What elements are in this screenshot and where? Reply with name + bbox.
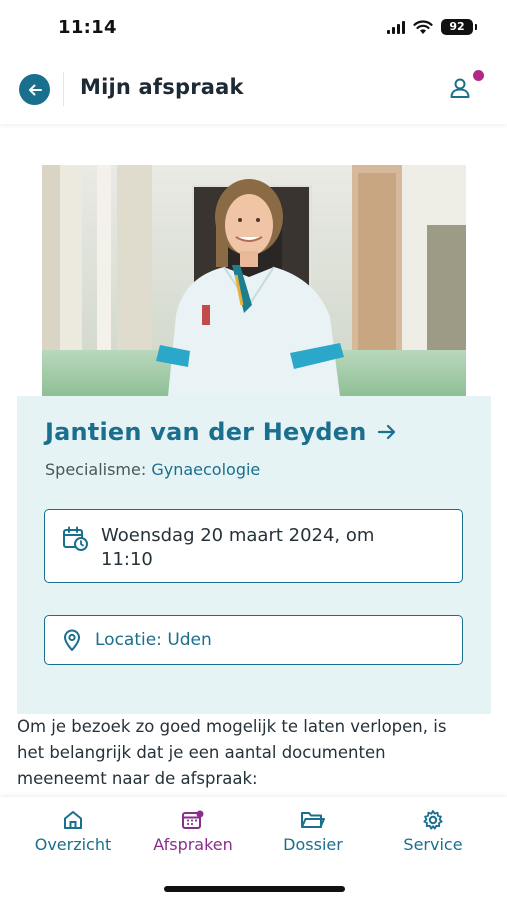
- appointment-date-line1: Woensdag 20 maart 2024, om: [101, 525, 375, 546]
- home-indicator[interactable]: [164, 886, 345, 892]
- arrow-right-icon: [377, 424, 395, 440]
- specialism-label: Specialisme:: [45, 460, 152, 479]
- appointment-card: Jantien van der Heyden Specialisme: Gyna…: [17, 396, 491, 714]
- intro-line: Om je bezoek zo goed mogelijk te laten v…: [17, 717, 447, 736]
- nav-item-afspraken[interactable]: Afspraken: [138, 809, 248, 854]
- specialism: Specialisme: Gynaecologie: [45, 460, 260, 479]
- nav-item-dossier[interactable]: Dossier: [258, 809, 368, 854]
- appointment-date-box: Woensdag 20 maart 2024, om 11:10: [44, 509, 463, 583]
- appointment-location-box[interactable]: Locatie: Uden: [44, 615, 463, 665]
- nav-label-afspraken: Afspraken: [153, 835, 233, 854]
- location-pin-icon: [64, 629, 80, 651]
- folder-icon: [301, 812, 325, 828]
- bottom-navigation: Overzicht Afspraken Dossier Service: [0, 797, 507, 900]
- status-time: 11:14: [58, 17, 117, 38]
- doctor-photo: [42, 165, 466, 396]
- specialism-value: Gynaecologie: [151, 460, 261, 479]
- signal-icon: [387, 20, 405, 34]
- doctor-name: Jantien van der Heyden: [45, 418, 367, 446]
- intro-text: Om je bezoek zo goed mogelijk te laten v…: [17, 714, 487, 792]
- nav-label-service: Service: [403, 835, 463, 854]
- appointment-date-line2: 11:10: [101, 549, 153, 570]
- notification-dot: [473, 70, 484, 81]
- doctor-profile-link[interactable]: Jantien van der Heyden: [45, 418, 397, 446]
- intro-line: meeneemt naar de afspraak:: [17, 769, 258, 788]
- user-icon: [450, 78, 470, 98]
- header-divider: [63, 72, 64, 106]
- page-title: Mijn afspraak: [80, 75, 244, 99]
- nav-item-service[interactable]: Service: [378, 809, 488, 854]
- intro-line: het belangrijk dat je een aantal documen…: [17, 743, 386, 762]
- nav-item-overzicht[interactable]: Overzicht: [18, 809, 128, 854]
- nav-label-overzicht: Overzicht: [34, 835, 112, 854]
- nav-label-dossier: Dossier: [283, 835, 343, 854]
- arrow-left-icon: [28, 84, 42, 95]
- profile-button[interactable]: [447, 74, 475, 102]
- wifi-icon: [413, 19, 433, 34]
- calendar-clock-icon: [63, 526, 88, 551]
- gear-icon: [423, 810, 443, 830]
- status-bar: 11:14 92: [0, 0, 507, 54]
- battery-indicator: 92: [441, 19, 477, 35]
- back-button[interactable]: [19, 74, 50, 105]
- home-icon: [64, 811, 82, 829]
- status-icons: 92: [387, 19, 477, 35]
- appointment-location: Locatie: Uden: [95, 630, 212, 650]
- app-header: Mijn afspraak: [0, 56, 507, 124]
- calendar-icon: [182, 810, 204, 829]
- appointment-date: Woensdag 20 maart 2024, om 11:10: [101, 524, 374, 572]
